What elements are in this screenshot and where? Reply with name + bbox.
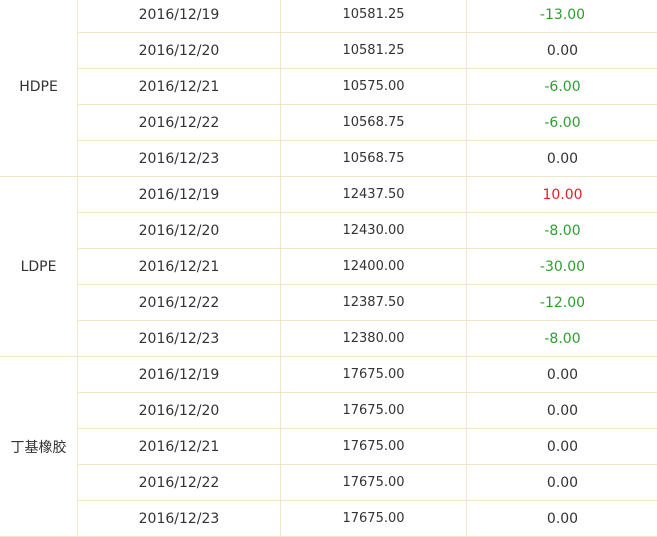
date-cell: 2016/12/20 <box>78 213 281 249</box>
price-cell: 12400.00 <box>281 249 467 285</box>
change-cell: -12.00 <box>467 285 657 321</box>
price-cell: 10581.25 <box>281 0 467 33</box>
date-cell: 2016/12/22 <box>78 465 281 501</box>
price-cell: 10581.25 <box>281 33 467 69</box>
date-cell: 2016/12/19 <box>78 357 281 393</box>
product-cell: LDPE <box>0 177 78 357</box>
date-cell: 2016/12/21 <box>78 429 281 465</box>
table-row: 2016/12/21 17675.00 0.00 <box>0 429 657 465</box>
table-row: 2016/12/22 17675.00 0.00 <box>0 465 657 501</box>
price-cell: 17675.00 <box>281 393 467 429</box>
change-cell: -30.00 <box>467 249 657 285</box>
price-cell: 12437.50 <box>281 177 467 213</box>
change-cell: 0.00 <box>467 357 657 393</box>
change-cell: -6.00 <box>467 105 657 141</box>
price-cell: 12380.00 <box>281 321 467 357</box>
date-cell: 2016/12/22 <box>78 105 281 141</box>
date-cell: 2016/12/20 <box>78 393 281 429</box>
price-cell: 12387.50 <box>281 285 467 321</box>
price-cell: 10575.00 <box>281 69 467 105</box>
date-cell: 2016/12/19 <box>78 177 281 213</box>
date-cell: 2016/12/21 <box>78 69 281 105</box>
price-cell: 12430.00 <box>281 213 467 249</box>
table-row: 丁基橡胶 2016/12/19 17675.00 0.00 <box>0 357 657 393</box>
table-row: 2016/12/20 12430.00 -8.00 <box>0 213 657 249</box>
change-cell: 10.00 <box>467 177 657 213</box>
date-cell: 2016/12/22 <box>78 285 281 321</box>
change-cell: 0.00 <box>467 141 657 177</box>
table-row: 2016/12/23 12380.00 -8.00 <box>0 321 657 357</box>
product-cell: HDPE <box>0 0 78 177</box>
table-row: 2016/12/22 10568.75 -6.00 <box>0 105 657 141</box>
product-cell: 丁基橡胶 <box>0 357 78 537</box>
table-row: 2016/12/22 12387.50 -12.00 <box>0 285 657 321</box>
change-cell: 0.00 <box>467 429 657 465</box>
price-table: HDPE 2016/12/19 10581.25 -13.00 2016/12/… <box>0 0 657 537</box>
table-row: 2016/12/23 10568.75 0.00 <box>0 141 657 177</box>
price-cell: 17675.00 <box>281 357 467 393</box>
price-cell: 17675.00 <box>281 429 467 465</box>
date-cell: 2016/12/23 <box>78 501 281 537</box>
date-cell: 2016/12/21 <box>78 249 281 285</box>
table-row: 2016/12/21 10575.00 -6.00 <box>0 69 657 105</box>
table-row: 2016/12/21 12400.00 -30.00 <box>0 249 657 285</box>
change-cell: 0.00 <box>467 393 657 429</box>
price-cell: 17675.00 <box>281 501 467 537</box>
price-table-body: HDPE 2016/12/19 10581.25 -13.00 2016/12/… <box>0 0 657 537</box>
price-cell: 10568.75 <box>281 141 467 177</box>
change-cell: 0.00 <box>467 501 657 537</box>
change-cell: -8.00 <box>467 213 657 249</box>
table-row: HDPE 2016/12/19 10581.25 -13.00 <box>0 0 657 33</box>
date-cell: 2016/12/20 <box>78 33 281 69</box>
change-cell: 0.00 <box>467 465 657 501</box>
table-row: LDPE 2016/12/19 12437.50 10.00 <box>0 177 657 213</box>
date-cell: 2016/12/19 <box>78 0 281 33</box>
change-cell: -13.00 <box>467 0 657 33</box>
table-row: 2016/12/20 17675.00 0.00 <box>0 393 657 429</box>
table-row: 2016/12/20 10581.25 0.00 <box>0 33 657 69</box>
change-cell: 0.00 <box>467 33 657 69</box>
price-cell: 10568.75 <box>281 105 467 141</box>
table-row: 2016/12/23 17675.00 0.00 <box>0 501 657 537</box>
date-cell: 2016/12/23 <box>78 141 281 177</box>
date-cell: 2016/12/23 <box>78 321 281 357</box>
change-cell: -8.00 <box>467 321 657 357</box>
change-cell: -6.00 <box>467 69 657 105</box>
price-cell: 17675.00 <box>281 465 467 501</box>
